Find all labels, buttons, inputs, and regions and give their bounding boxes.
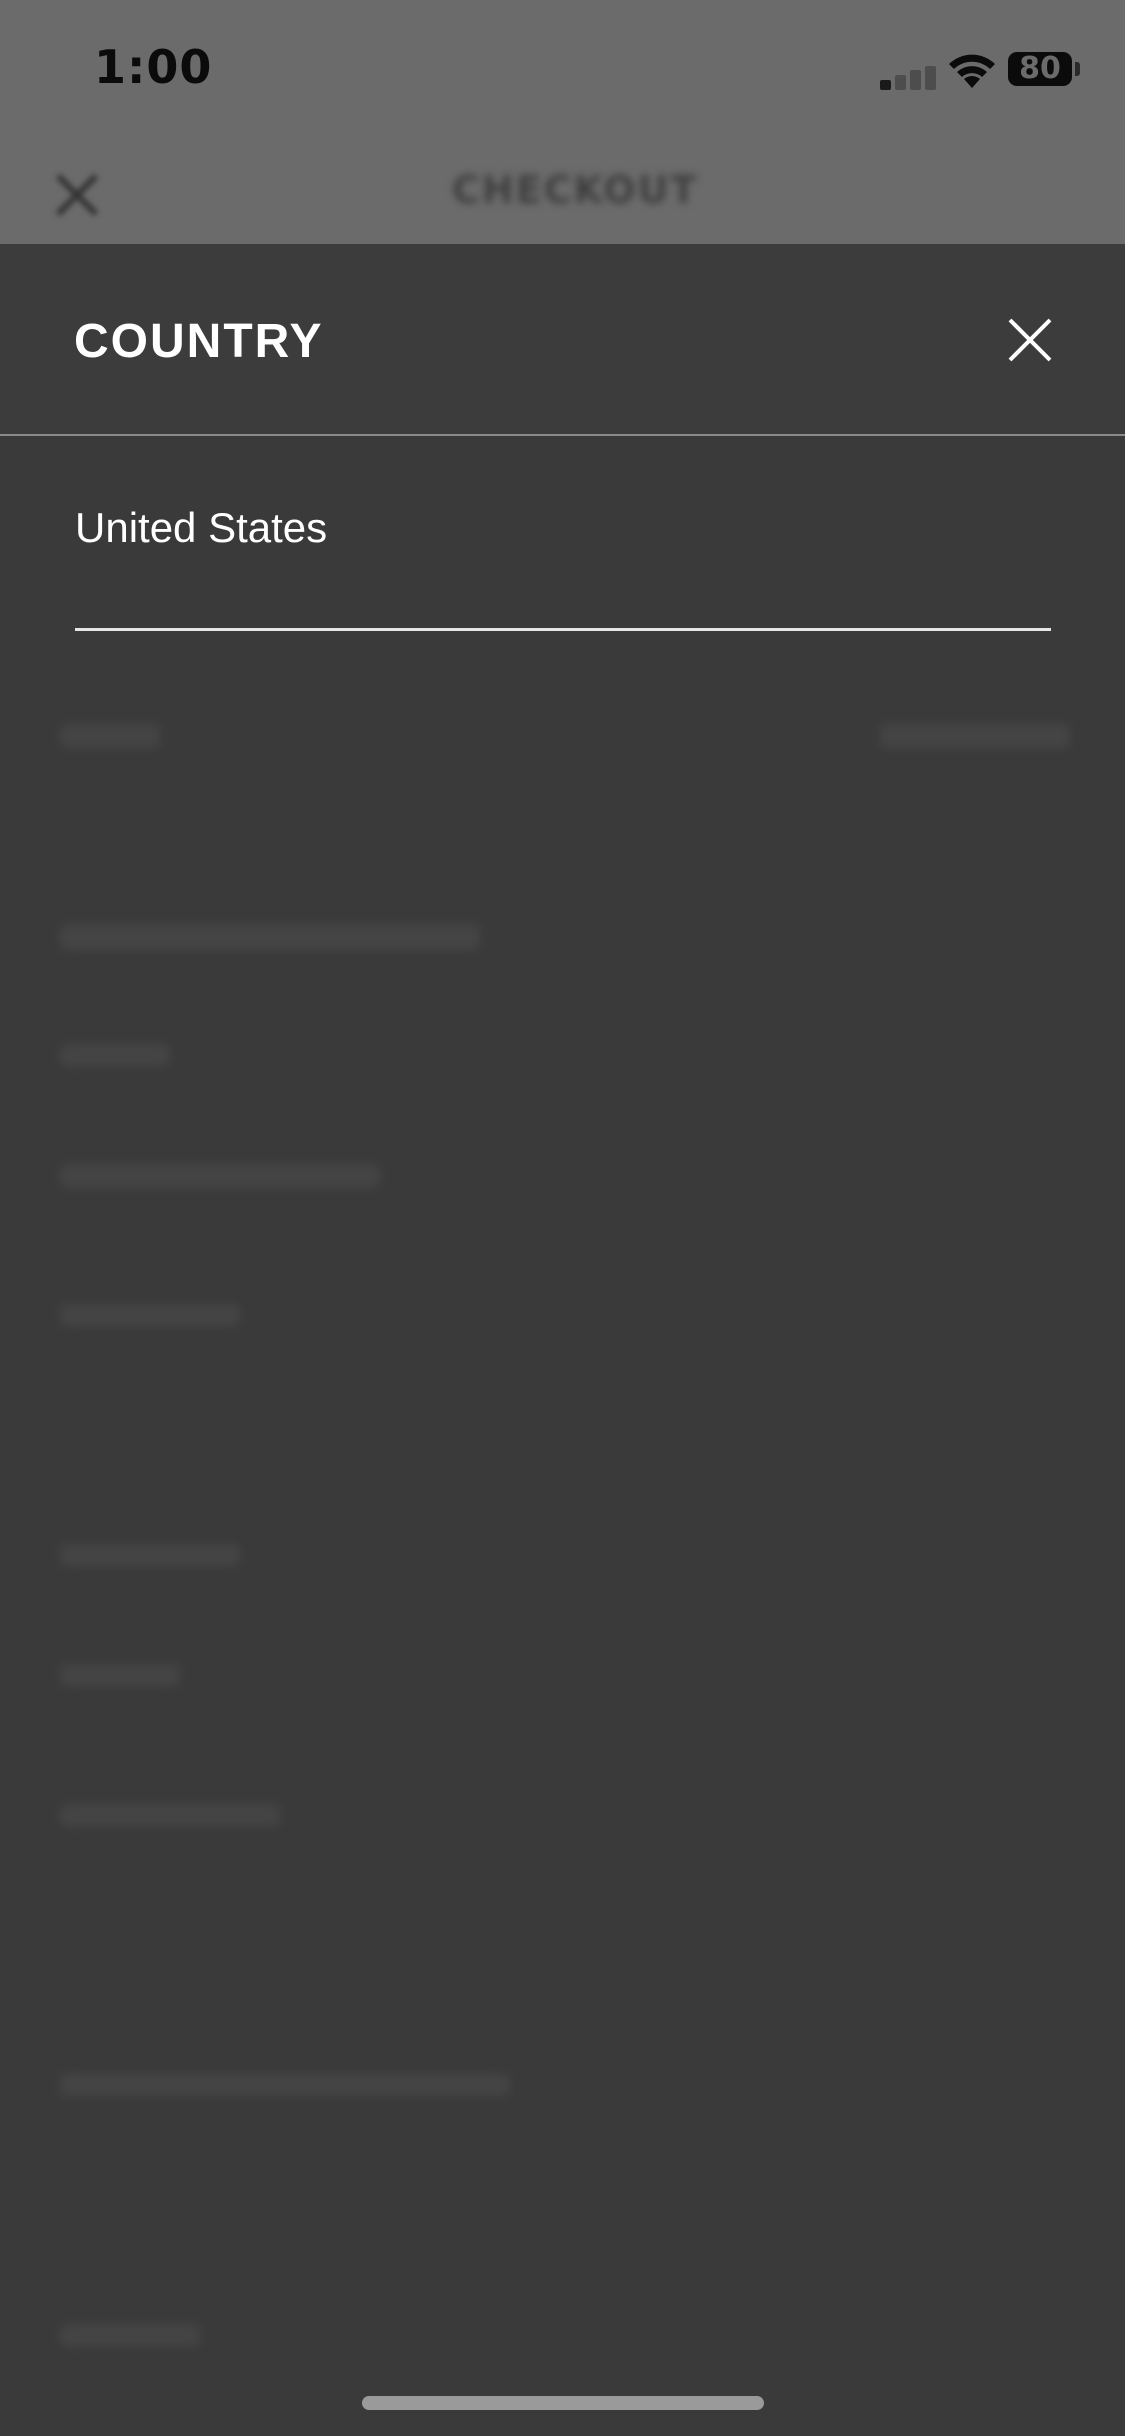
background-text bbox=[60, 1304, 240, 1326]
background-text bbox=[60, 1544, 240, 1566]
background-text bbox=[60, 1664, 180, 1686]
background-text bbox=[60, 2324, 200, 2346]
home-indicator[interactable] bbox=[362, 2396, 764, 2410]
wifi-icon bbox=[949, 54, 995, 88]
country-option-label: United States bbox=[75, 504, 328, 551]
background-text bbox=[60, 924, 480, 950]
status-bar: 1:00 80 bbox=[0, 0, 1125, 140]
cellular-signal-icon bbox=[880, 66, 938, 90]
battery-icon: 80 bbox=[1008, 52, 1072, 86]
background-text bbox=[60, 2074, 510, 2096]
status-time: 1:00 bbox=[94, 40, 213, 94]
sheet-header: COUNTRY bbox=[0, 244, 1125, 436]
battery-tip bbox=[1075, 62, 1080, 76]
background-text bbox=[880, 724, 1070, 748]
background-text bbox=[60, 724, 160, 748]
background-text bbox=[60, 1044, 170, 1066]
battery-level: 80 bbox=[1019, 51, 1061, 86]
background-page-title: CHECKOUT bbox=[452, 168, 699, 212]
background-text bbox=[60, 1804, 280, 1826]
sheet-title: COUNTRY bbox=[74, 315, 324, 368]
country-option[interactable]: United States bbox=[75, 504, 1051, 631]
country-picker-sheet: COUNTRY United States bbox=[0, 244, 1125, 2436]
close-icon[interactable] bbox=[1000, 310, 1060, 370]
background-text bbox=[60, 1164, 380, 1188]
close-icon bbox=[55, 173, 99, 217]
